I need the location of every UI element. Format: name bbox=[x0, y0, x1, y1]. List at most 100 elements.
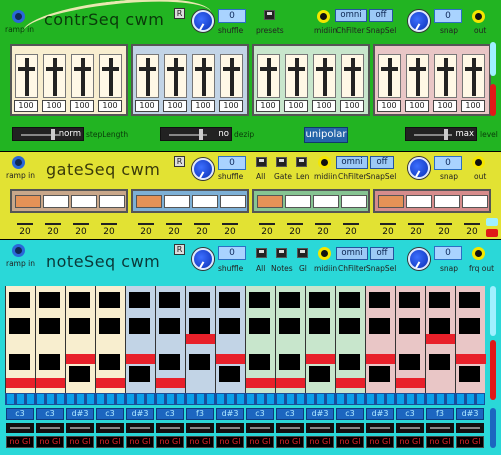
gate-length-slider[interactable] bbox=[45, 215, 61, 225]
step-cell[interactable] bbox=[67, 394, 74, 404]
velocity-slider[interactable] bbox=[6, 423, 34, 433]
velocity-slider[interactable] bbox=[36, 423, 64, 433]
note-column[interactable] bbox=[5, 286, 36, 404]
gate-step[interactable] bbox=[192, 195, 218, 208]
note-column[interactable] bbox=[275, 286, 306, 404]
step-value[interactable]: 100 bbox=[256, 100, 280, 112]
step-fader[interactable] bbox=[71, 54, 94, 98]
velocity-slider[interactable] bbox=[96, 423, 124, 433]
chfilter-select[interactable]: omni bbox=[336, 247, 368, 260]
shuffle-value[interactable]: 0 bbox=[218, 156, 246, 170]
ramp-in-jack-icon[interactable] bbox=[12, 244, 25, 257]
step-cell[interactable] bbox=[467, 394, 474, 404]
step-cell[interactable] bbox=[477, 394, 484, 404]
glide-value[interactable]: no Gl bbox=[456, 436, 484, 448]
gate-step[interactable] bbox=[462, 195, 488, 208]
step-fader[interactable] bbox=[341, 54, 364, 98]
note-value[interactable]: c3 bbox=[36, 408, 64, 420]
note-value[interactable]: f3 bbox=[426, 408, 454, 420]
step-value[interactable]: 100 bbox=[219, 100, 243, 112]
glide-value[interactable]: no Gl bbox=[336, 436, 364, 448]
step-cell[interactable] bbox=[387, 394, 394, 404]
step-value[interactable]: 100 bbox=[405, 100, 429, 112]
step-value[interactable]: 100 bbox=[312, 100, 336, 112]
step-value[interactable]: 100 bbox=[340, 100, 364, 112]
gate-step[interactable] bbox=[341, 195, 367, 208]
step-cell[interactable] bbox=[257, 394, 264, 404]
step-fader[interactable] bbox=[164, 54, 187, 98]
step-cell[interactable] bbox=[57, 394, 64, 404]
step-fader[interactable] bbox=[406, 54, 429, 98]
step-fader[interactable] bbox=[462, 54, 485, 98]
glide-value[interactable]: no Gl bbox=[426, 436, 454, 448]
gate-step[interactable] bbox=[99, 195, 125, 208]
step-cell[interactable] bbox=[307, 394, 314, 404]
step-cell[interactable] bbox=[197, 394, 204, 404]
step-cell[interactable] bbox=[317, 394, 324, 404]
gl-disk-icon[interactable] bbox=[297, 248, 308, 258]
glide-value[interactable]: no Gl bbox=[126, 436, 154, 448]
glide-value[interactable]: no Gl bbox=[216, 436, 244, 448]
step-value[interactable]: 100 bbox=[135, 100, 159, 112]
gate-length-slider[interactable] bbox=[436, 215, 452, 225]
step-fader[interactable] bbox=[15, 54, 38, 98]
velocity-slider[interactable] bbox=[186, 423, 214, 433]
velocity-slider[interactable] bbox=[126, 423, 154, 433]
ramp-in-jack-icon[interactable] bbox=[12, 10, 25, 23]
gate-length-slider[interactable] bbox=[464, 215, 480, 225]
note-column[interactable] bbox=[185, 286, 216, 404]
note-value[interactable]: c3 bbox=[156, 408, 184, 420]
step-cell[interactable] bbox=[7, 394, 14, 404]
step-value[interactable]: 100 bbox=[284, 100, 308, 112]
shuffle-knob-icon[interactable] bbox=[192, 158, 214, 180]
step-cell[interactable] bbox=[287, 394, 294, 404]
glide-value[interactable]: no Gl bbox=[96, 436, 124, 448]
gate-step[interactable] bbox=[164, 195, 190, 208]
note-value[interactable]: d#3 bbox=[366, 408, 394, 420]
step-cell[interactable] bbox=[77, 394, 84, 404]
out-jack-icon[interactable] bbox=[472, 156, 485, 169]
step-cell[interactable] bbox=[117, 394, 124, 404]
gate-length-slider[interactable] bbox=[101, 215, 117, 225]
glide-value[interactable]: no Gl bbox=[246, 436, 274, 448]
gate-length-slider[interactable] bbox=[259, 215, 275, 225]
step-cell[interactable] bbox=[187, 394, 194, 404]
step-cell[interactable] bbox=[17, 394, 24, 404]
reset-button[interactable]: R bbox=[174, 244, 185, 255]
step-cell[interactable] bbox=[357, 394, 364, 404]
velocity-slider[interactable] bbox=[156, 423, 184, 433]
gate-step-on[interactable] bbox=[257, 195, 283, 208]
step-fader[interactable] bbox=[43, 54, 66, 98]
glide-value[interactable]: no Gl bbox=[66, 436, 94, 448]
note-column[interactable] bbox=[335, 286, 366, 404]
snap-value[interactable]: 0 bbox=[434, 156, 462, 170]
glide-value[interactable]: no Gl bbox=[156, 436, 184, 448]
note-value[interactable]: c3 bbox=[96, 408, 124, 420]
midiin-jack-icon[interactable] bbox=[318, 247, 331, 260]
note-column[interactable] bbox=[365, 286, 396, 404]
velocity-slider[interactable] bbox=[456, 423, 484, 433]
gate-length-slider[interactable] bbox=[343, 215, 359, 225]
presets-disk-icon[interactable] bbox=[264, 10, 275, 20]
gate-step[interactable] bbox=[220, 195, 246, 208]
note-value[interactable]: c3 bbox=[336, 408, 364, 420]
snap-knob-icon[interactable] bbox=[408, 157, 430, 179]
snap-knob-icon[interactable] bbox=[408, 248, 430, 270]
step-cell[interactable] bbox=[107, 394, 114, 404]
note-column[interactable] bbox=[395, 286, 426, 404]
notes-disk-icon[interactable] bbox=[276, 248, 287, 258]
step-cell[interactable] bbox=[167, 394, 174, 404]
step-value[interactable]: 100 bbox=[163, 100, 187, 112]
steplength-slider[interactable]: norm bbox=[12, 127, 84, 141]
velocity-slider[interactable] bbox=[366, 423, 394, 433]
snap-value[interactable]: 0 bbox=[434, 9, 462, 23]
note-column[interactable] bbox=[95, 286, 126, 404]
midiin-jack-icon[interactable] bbox=[318, 156, 331, 169]
step-value[interactable]: 100 bbox=[14, 100, 38, 112]
gate-length-slider[interactable] bbox=[315, 215, 331, 225]
note-value[interactable]: d#3 bbox=[126, 408, 154, 420]
glide-value[interactable]: no Gl bbox=[396, 436, 424, 448]
snapsel-select[interactable]: off bbox=[370, 247, 394, 260]
step-cell[interactable] bbox=[177, 394, 184, 404]
step-fader[interactable] bbox=[257, 54, 280, 98]
